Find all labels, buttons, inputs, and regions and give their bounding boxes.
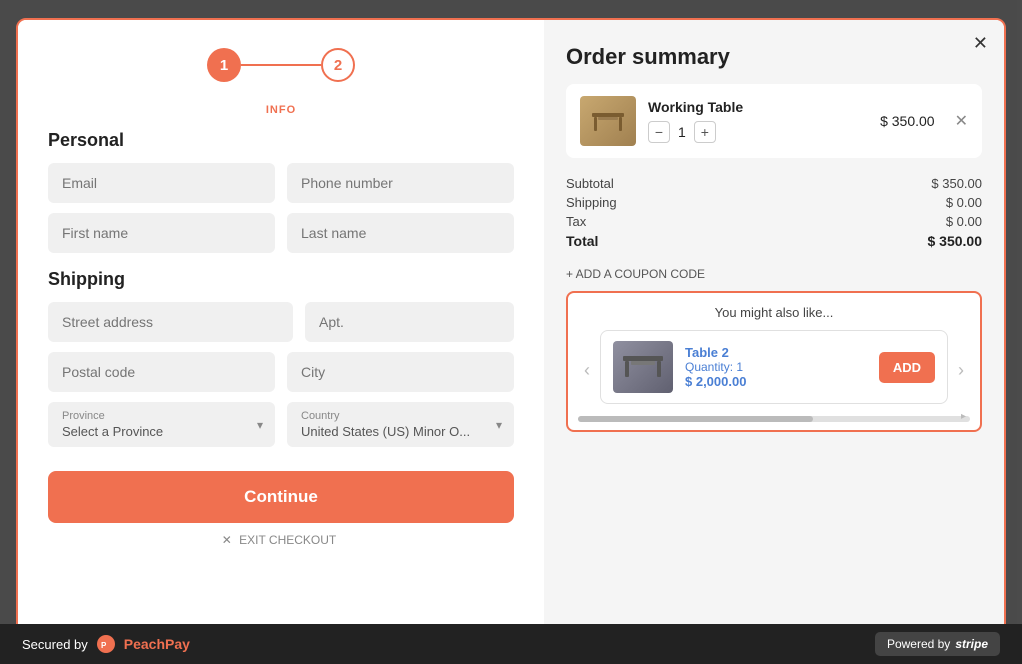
province-value: Select a Province [48, 422, 275, 447]
qty-control: − 1 + [648, 121, 868, 143]
left-panel: 1 2 INFO Personal Shipping [18, 20, 544, 644]
phone-field[interactable] [287, 163, 514, 203]
powered-by-text: Powered by [887, 637, 950, 651]
email-field[interactable] [48, 163, 275, 203]
personal-row-1 [48, 163, 514, 203]
upsell-add-button[interactable]: ADD [879, 352, 935, 383]
order-summary-title: Order summary [566, 44, 982, 70]
stepper: 1 2 [207, 48, 355, 82]
tax-row: Tax $ 0.00 [566, 214, 982, 229]
country-value: United States (US) Minor O... [287, 422, 514, 447]
upsell-item-name: Table 2 [685, 345, 867, 360]
checkout-modal: 1 2 INFO Personal Shipping [16, 18, 1006, 646]
subtotal-row: Subtotal $ 350.00 [566, 176, 982, 191]
subtotal-value: $ 350.00 [931, 176, 982, 191]
svg-text:P: P [101, 641, 107, 650]
step-line [241, 64, 321, 66]
brand-logo: PeachPay [124, 636, 190, 652]
city-field[interactable] [287, 352, 514, 392]
step-1-circle: 1 [207, 48, 241, 82]
page-footer: Secured by P PeachPay Powered by stripe [0, 624, 1022, 664]
upsell-box: You might also like... ‹ [566, 291, 982, 432]
street-field[interactable] [48, 302, 293, 342]
step-2-circle: 2 [321, 48, 355, 82]
order-item-name: Working Table [648, 99, 868, 115]
continue-button[interactable]: Continue [48, 471, 514, 523]
shipping-row: Shipping $ 0.00 [566, 195, 982, 210]
upsell-next-button[interactable]: › [952, 356, 970, 385]
upsell-carousel: ‹ Table 2 Quantity: 1 [578, 330, 970, 410]
tax-label: Tax [566, 214, 586, 229]
shipping-row-2 [48, 352, 514, 392]
order-item-card: Working Table − 1 + $ 350.00 ✕ [566, 84, 982, 158]
upsell-item-qty: Quantity: 1 [685, 360, 867, 374]
personal-row-2 [48, 213, 514, 253]
exit-checkout-link[interactable]: ✕ EXIT CHECKOUT [48, 533, 514, 547]
order-totals: Subtotal $ 350.00 Shipping $ 0.00 Tax $ … [566, 168, 982, 261]
country-select-wrapper[interactable]: Country United States (US) Minor O... ▾ [287, 402, 514, 447]
order-item-info: Working Table − 1 + [648, 99, 868, 143]
upsell-prev-button[interactable]: ‹ [578, 356, 596, 385]
total-row: Total $ 350.00 [566, 233, 982, 249]
personal-title: Personal [48, 130, 514, 151]
upsell-item-price: $ 2,000.00 [685, 374, 867, 389]
tax-value: $ 0.00 [946, 214, 982, 229]
total-label: Total [566, 233, 598, 249]
close-button[interactable]: ✕ [973, 34, 988, 52]
peachpay-logo-icon: P [96, 634, 116, 654]
country-label: Country [287, 402, 514, 422]
upsell-title: You might also like... [578, 305, 970, 320]
postal-field[interactable] [48, 352, 275, 392]
modal-overlay: 1 2 INFO Personal Shipping [0, 0, 1022, 664]
order-item-image [580, 96, 636, 146]
secured-by-text: Secured by [22, 637, 88, 652]
qty-decrease-button[interactable]: − [648, 121, 670, 143]
right-panel: ✕ Order summary Working Table − [544, 20, 1004, 644]
shipping-title: Shipping [48, 269, 514, 290]
stripe-logo: stripe [955, 637, 988, 651]
firstname-field[interactable] [48, 213, 275, 253]
qty-increase-button[interactable]: + [694, 121, 716, 143]
footer-left: Secured by P PeachPay [22, 634, 190, 654]
shipping-row-1 [48, 302, 514, 342]
shipping-row-3: Province Select a Province ▾ Country Uni… [48, 402, 514, 447]
upsell-item-image [613, 341, 673, 393]
province-arrow-icon: ▾ [257, 418, 263, 432]
exit-icon: ✕ [222, 533, 232, 547]
shipping-value: $ 0.00 [946, 195, 982, 210]
brand-name: PeachPay [124, 636, 190, 652]
order-item-price: $ 350.00 [880, 113, 935, 129]
upsell-scrollbar-thumb [578, 416, 813, 422]
upsell-scrollbar: ▸ [578, 416, 970, 422]
upsell-scroll-arrow-icon: ▸ [961, 411, 966, 422]
upsell-item: Table 2 Quantity: 1 $ 2,000.00 ADD [600, 330, 948, 404]
shipping-label: Shipping [566, 195, 617, 210]
qty-value: 1 [678, 124, 686, 140]
upsell-item-info: Table 2 Quantity: 1 $ 2,000.00 [685, 345, 867, 389]
coupon-link[interactable]: + ADD A COUPON CODE [566, 267, 982, 281]
subtotal-label: Subtotal [566, 176, 614, 191]
total-value: $ 350.00 [928, 233, 983, 249]
province-label: Province [48, 402, 275, 422]
province-select-wrapper[interactable]: Province Select a Province ▾ [48, 402, 275, 447]
apt-field[interactable] [305, 302, 514, 342]
stepper-wrapper: 1 2 INFO [48, 48, 514, 116]
step-label: INFO [266, 104, 296, 116]
country-arrow-icon: ▾ [496, 418, 502, 432]
order-item-remove-button[interactable]: ✕ [955, 111, 968, 131]
footer-right: Powered by stripe [875, 632, 1000, 656]
lastname-field[interactable] [287, 213, 514, 253]
